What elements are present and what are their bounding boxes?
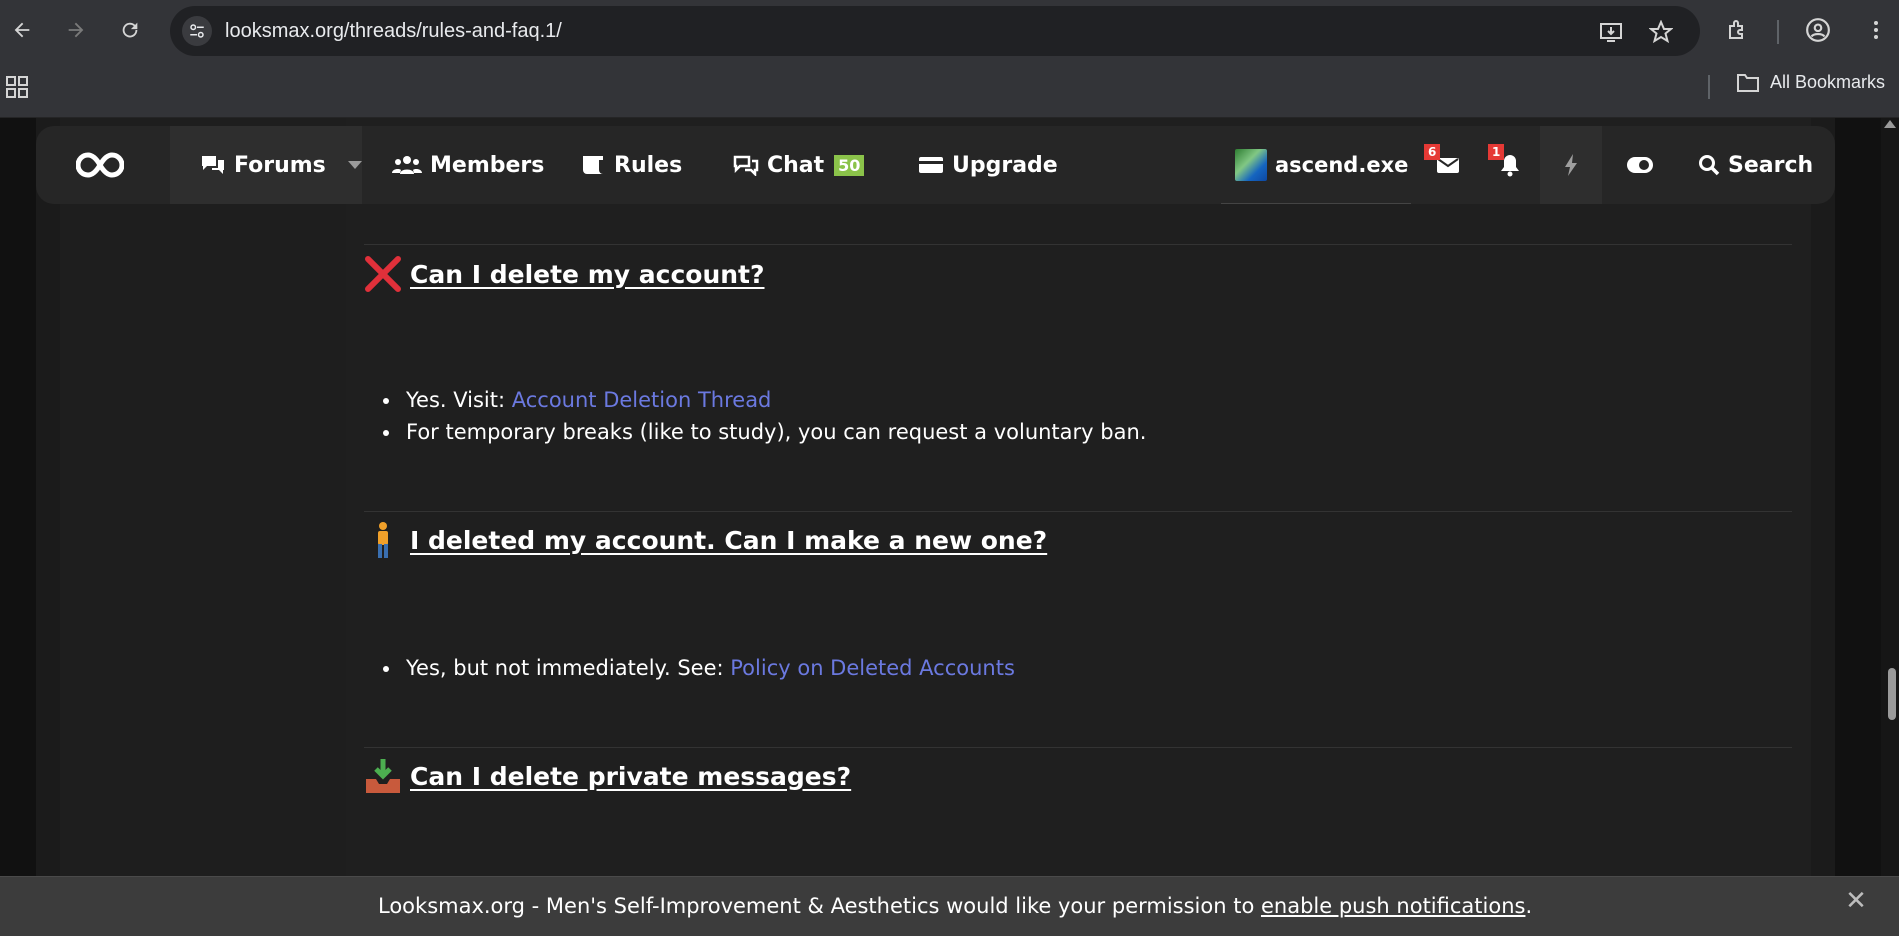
back-arrow-icon[interactable] [6, 14, 38, 46]
faq-heading: Can I delete my account? [364, 238, 765, 310]
post-user-column [60, 118, 346, 936]
list-item: Yes, but not immediately. See: Policy on… [402, 652, 1015, 684]
lightning-bolt-icon [1565, 154, 1577, 176]
address-bar[interactable]: looksmax.org/threads/rules-and-faq.1/ [170, 6, 1700, 56]
deleted-accounts-policy-link[interactable]: Policy on Deleted Accounts [730, 656, 1015, 680]
chat-bubbles-icon [202, 156, 224, 174]
nav-rules-label: Rules [614, 152, 683, 178]
messages-badge: 6 [1424, 144, 1441, 160]
scrollbar-thumb[interactable] [1888, 668, 1896, 720]
list-item-text: Yes. Visit: [406, 388, 512, 412]
folder-icon [1737, 73, 1759, 92]
list-item-text: Yes, but not immediately. See: [406, 656, 731, 680]
reload-icon[interactable] [114, 14, 146, 46]
all-bookmarks-button[interactable]: All Bookmarks [1736, 72, 1885, 93]
site-logo[interactable] [75, 146, 125, 184]
faq-answer-list: Yes. Visit: Account Deletion Thread For … [402, 384, 1146, 448]
faq-answer-list: Yes, but not immediately. See: Policy on… [402, 652, 1015, 684]
theme-toggle-button[interactable] [1618, 126, 1662, 204]
enable-push-notifications-link[interactable]: enable push notifications [1261, 894, 1525, 918]
browser-toolbar: looksmax.org/threads/rules-and-faq.1/ [0, 0, 1899, 62]
username: ascend.exe [1275, 152, 1409, 177]
page-gutter-right [1811, 118, 1835, 936]
nav-upgrade[interactable]: Upgrade [918, 126, 1058, 204]
site-info-icon[interactable] [182, 16, 212, 46]
apps-grid-icon[interactable] [6, 76, 28, 98]
nav-chat-label: Chat [767, 152, 825, 178]
nav-chat[interactable]: Chat 50 [733, 126, 865, 204]
site-navigation: Forums Members Rules Chat 50 Upgrade asc… [36, 126, 1835, 204]
faq-heading: I deleted my account. Can I make a new o… [364, 504, 1047, 576]
nav-members[interactable]: Members [392, 126, 544, 204]
bookmarks-divider [1708, 75, 1710, 99]
avatar [1235, 148, 1267, 181]
list-item: For temporary breaks (like to study), yo… [402, 416, 1146, 448]
list-item: Yes. Visit: Account Deletion Thread [402, 384, 1146, 416]
nav-search-label: Search [1728, 152, 1814, 178]
nav-forums-label: Forums [234, 152, 326, 178]
scroll-icon [583, 156, 603, 174]
red-cross-icon [365, 256, 401, 292]
list-item-text: For temporary breaks (like to study), yo… [406, 420, 1147, 444]
profile-icon[interactable] [1802, 14, 1834, 46]
page-scrollbar[interactable] [1881, 118, 1899, 936]
chat-icon [733, 155, 759, 176]
nav-rules[interactable]: Rules [580, 126, 682, 204]
all-bookmarks-label: All Bookmarks [1770, 72, 1886, 92]
faq-question: I deleted my account. Can I make a new o… [410, 525, 1048, 555]
faq-heading: Can I delete private messages? [364, 740, 851, 812]
search-icon [1699, 155, 1720, 176]
bookmark-star-icon[interactable] [1648, 19, 1674, 45]
bookmarks-bar [0, 62, 1899, 118]
nav-forums[interactable]: Forums [200, 126, 362, 204]
url-text[interactable]: looksmax.org/threads/rules-and-faq.1/ [225, 20, 562, 43]
notification-suffix: . [1525, 894, 1533, 918]
person-standing-icon [378, 522, 388, 558]
notification-text: Looksmax.org - Men's Self-Improvement & … [378, 894, 1261, 918]
nav-search[interactable]: Search [1698, 126, 1813, 204]
user-menu[interactable]: ascend.exe [1221, 126, 1411, 204]
faq-question: Can I delete my account? [410, 259, 765, 289]
chevron-down-icon[interactable] [347, 161, 362, 169]
inbox-tray-icon [366, 759, 400, 793]
faq-question: Can I delete private messages? [410, 761, 852, 791]
install-app-icon[interactable] [1598, 19, 1624, 45]
scroll-up-arrow-icon[interactable] [1884, 120, 1896, 128]
chat-count-badge: 50 [834, 154, 865, 176]
page-viewport: Forums Members Rules Chat 50 Upgrade asc… [0, 118, 1899, 936]
alerts-badge: 1 [1488, 144, 1505, 160]
close-icon[interactable]: ✕ [1844, 888, 1868, 914]
credit-card-icon [919, 157, 943, 173]
toggle-icon [1627, 157, 1653, 173]
account-deletion-link[interactable]: Account Deletion Thread [512, 388, 772, 412]
nav-members-label: Members [430, 152, 545, 178]
toolbar-divider [1777, 20, 1779, 44]
extensions-icon[interactable] [1722, 14, 1754, 46]
inbox-button[interactable]: 6 [1424, 126, 1468, 204]
whats-new-button[interactable] [1540, 126, 1602, 204]
alerts-button[interactable]: 1 [1488, 126, 1530, 204]
menu-kebab-icon[interactable] [1860, 14, 1892, 46]
nav-upgrade-label: Upgrade [952, 152, 1058, 178]
forward-arrow-icon[interactable] [60, 14, 92, 46]
notification-message: Looksmax.org - Men's Self-Improvement & … [378, 894, 1532, 918]
push-notification-banner: Looksmax.org - Men's Self-Improvement & … [0, 876, 1899, 936]
users-icon [392, 156, 422, 174]
